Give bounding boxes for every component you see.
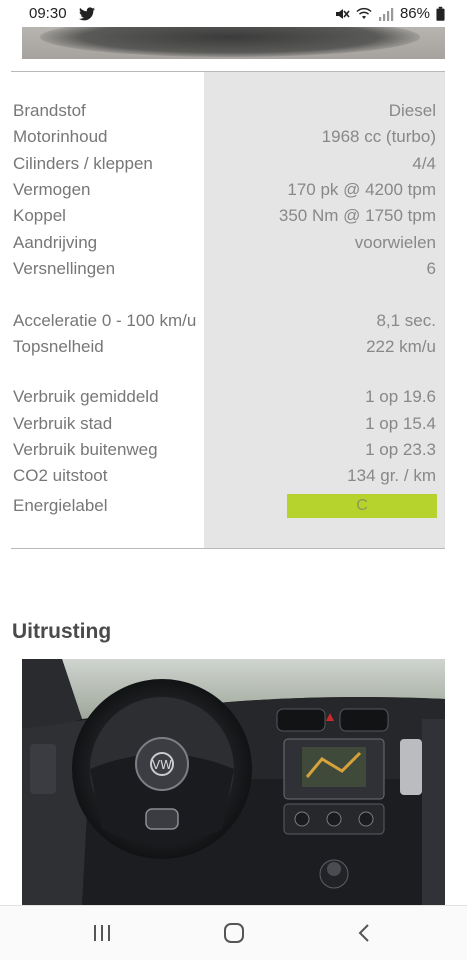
spec-label: Aandrijving (13, 233, 98, 252)
status-bar: 09:30 86% (0, 0, 467, 30)
interior-photo[interactable]: VW (22, 659, 445, 905)
spec-row-motorinhoud: Motorinhoud 1968 cc (turbo) (0, 127, 467, 153)
spec-row-verbruik-stad: Verbruik stad 1 op 15.4 (0, 414, 467, 440)
car-photo-top (22, 27, 445, 59)
spec-value: 8,1 sec. (376, 311, 436, 330)
energy-label-badge: C (287, 494, 437, 518)
home-icon[interactable] (220, 920, 248, 946)
spec-value: 222 km/u (366, 337, 436, 356)
spec-label: Topsnelheid (13, 337, 104, 356)
navigation-bar (0, 905, 467, 960)
recent-apps-icon[interactable] (88, 920, 116, 946)
spec-row-co2: CO2 uitstoot 134 gr. / km (0, 466, 467, 492)
spec-row-cilinders: Cilinders / kleppen 4/4 (0, 154, 467, 180)
spec-row-brandstof: Brandstof Diesel (0, 101, 467, 127)
spec-row-versnellingen: Versnellingen 6 (0, 259, 467, 285)
battery-percentage: 86% (399, 5, 430, 22)
section-title: Uitrusting (12, 620, 112, 643)
spec-row-koppel: Koppel 350 Nm @ 1750 tpm (0, 206, 467, 232)
mute-icon (335, 8, 350, 19)
battery-icon (436, 6, 445, 21)
spec-label: Cilinders / kleppen (13, 154, 153, 173)
spec-label: Acceleratie 0 - 100 km/u (13, 311, 197, 330)
svg-text:VW: VW (152, 758, 172, 772)
spec-label: Vermogen (13, 180, 91, 199)
spec-row-verbruik-buitenweg: Verbruik buitenweg 1 op 23.3 (0, 440, 467, 466)
spec-value: 1968 cc (turbo) (321, 127, 436, 146)
spec-value: 170 pk @ 4200 tpm (287, 180, 436, 199)
spec-value: Diesel (388, 101, 436, 120)
spec-value: 1 op 15.4 (365, 414, 436, 433)
twitter-icon (79, 7, 95, 21)
divider-bottom (11, 548, 445, 549)
spec-row-topsnelheid: Topsnelheid 222 km/u (0, 337, 467, 363)
spec-value: 1 op 19.6 (365, 387, 436, 406)
signal-icon (378, 7, 394, 21)
spec-row-acceleratie: Acceleratie 0 - 100 km/u 8,1 sec. (0, 311, 467, 337)
spec-value: voorwielen (354, 233, 436, 252)
spec-label: Verbruik buitenweg (13, 440, 158, 459)
spec-value: 6 (426, 259, 436, 278)
spec-value: 1 op 23.3 (365, 440, 436, 459)
spec-label: Brandstof (13, 101, 86, 120)
spec-row-verbruik-gemiddeld: Verbruik gemiddeld 1 op 19.6 (0, 387, 467, 413)
wifi-icon (356, 7, 372, 19)
spec-label: Verbruik gemiddeld (13, 387, 159, 406)
spec-label: Verbruik stad (13, 414, 113, 433)
spec-row-aandrijving: Aandrijving voorwielen (0, 233, 467, 259)
status-time: 09:30 (29, 5, 67, 22)
spec-label: Energielabel (13, 496, 108, 515)
spec-label: Motorinhoud (13, 127, 108, 146)
spec-value: 350 Nm @ 1750 tpm (278, 206, 436, 225)
spec-value: 4/4 (412, 154, 436, 173)
status-icons: 86% (334, 5, 445, 22)
back-icon[interactable] (351, 920, 379, 946)
spec-label: Versnellingen (13, 259, 116, 278)
spec-label: CO2 uitstoot (13, 466, 108, 485)
spec-row-vermogen: Vermogen 170 pk @ 4200 tpm (0, 180, 467, 206)
spec-label: Koppel (13, 206, 66, 225)
interior-photo-drawing: VW (22, 659, 445, 905)
spec-value: 134 gr. / km (347, 466, 436, 485)
